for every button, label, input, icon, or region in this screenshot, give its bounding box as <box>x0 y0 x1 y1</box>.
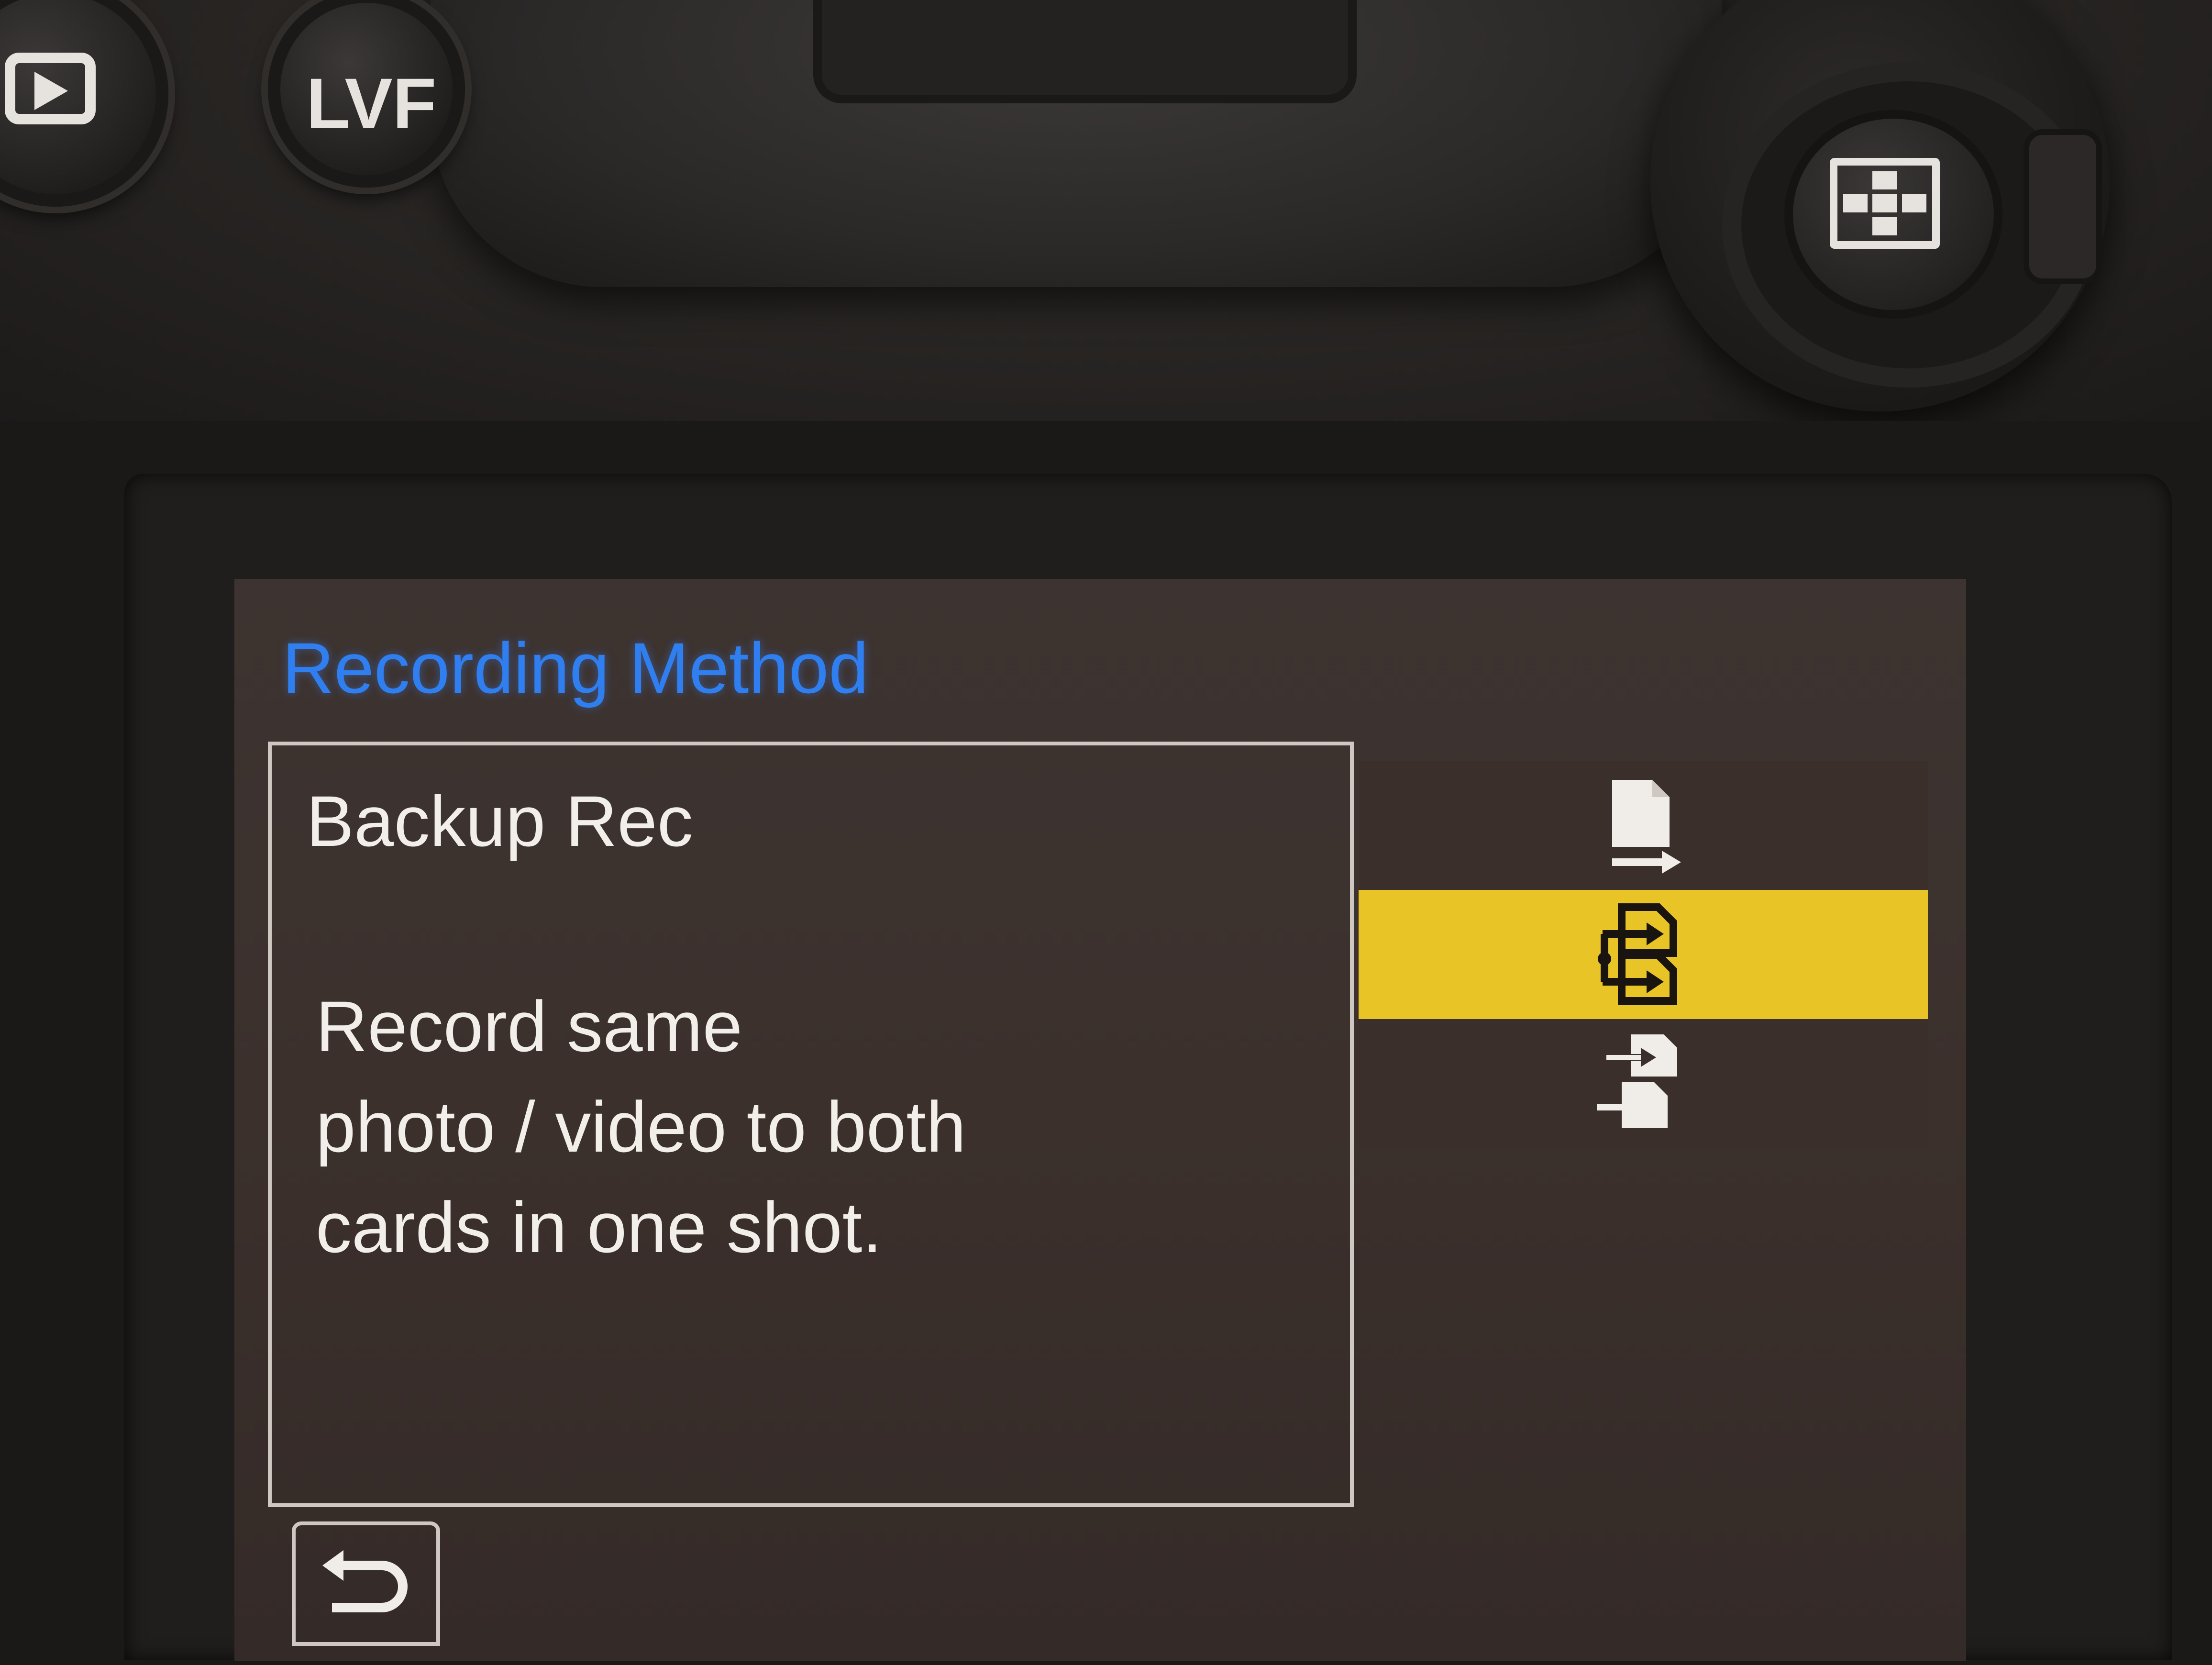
double-card-arrow-icon <box>1598 903 1677 1005</box>
description-line: cards in one shot. <box>316 1187 883 1267</box>
description-text: Record same photo / video to both cards … <box>316 976 1320 1277</box>
card-arrow-icon <box>1612 780 1681 874</box>
description-line: Record same <box>316 986 743 1066</box>
option-relay-rec[interactable] <box>1359 761 1928 890</box>
option-backup-rec[interactable] <box>1359 890 1928 1019</box>
description-line: photo / video to both <box>316 1087 966 1167</box>
lvf-label: LVF <box>306 63 437 144</box>
af-grid-icon <box>1830 158 1940 249</box>
option-list <box>1359 761 1928 1148</box>
description-heading: Backup Rec <box>306 781 693 861</box>
back-button[interactable] <box>292 1521 440 1646</box>
dial-lever[interactable] <box>2024 129 2102 284</box>
menu-title: Recording Method <box>282 628 869 708</box>
return-icon <box>322 1550 408 1612</box>
play-icon <box>5 53 96 124</box>
option-allocation-rec[interactable] <box>1359 1019 1928 1148</box>
viewfinder-window <box>813 0 1357 103</box>
split-card-arrow-icon <box>1597 1034 1677 1128</box>
